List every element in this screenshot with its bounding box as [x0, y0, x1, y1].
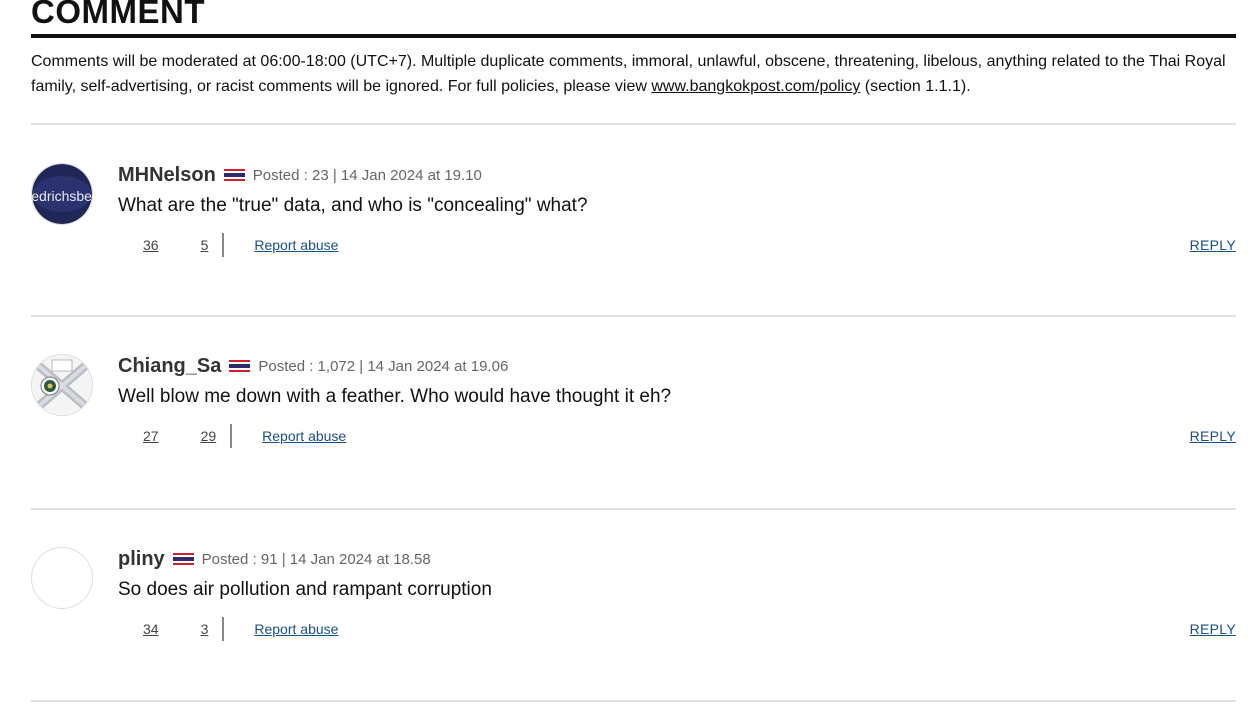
- moderation-notice: Comments will be moderated at 06:00-18:0…: [31, 49, 1231, 99]
- report-abuse-link[interactable]: Report abuse: [254, 237, 338, 253]
- comment-meta: Posted : 1,072 | 14 Jan 2024 at 19.06: [258, 357, 509, 375]
- avatar-image: [32, 355, 92, 415]
- notice-text-before: Comments will be moderated at 06:00-18:0…: [31, 53, 1226, 95]
- avatar[interactable]: [31, 354, 93, 416]
- comment-body: Well blow me down with a feather. Who wo…: [118, 386, 672, 407]
- title-rule: [31, 34, 1236, 38]
- thai-flag-icon: [229, 360, 251, 372]
- comment-meta: Posted : 91 | 14 Jan 2024 at 18.58: [201, 550, 431, 568]
- action-separator: [222, 617, 225, 641]
- divider: [31, 508, 1236, 510]
- comment-body: What are the "true" data, and who is "co…: [118, 195, 588, 216]
- divider: [31, 315, 1236, 317]
- downvote-button[interactable]: 29: [201, 428, 217, 444]
- upvote-button[interactable]: 27: [143, 428, 159, 444]
- policy-link[interactable]: www.bangkokpost.com/policy: [651, 78, 860, 95]
- action-separator: [222, 233, 225, 257]
- thai-flag-icon: [172, 553, 194, 565]
- avatar[interactable]: friedrichsberg: [31, 163, 93, 225]
- divider: [31, 123, 1236, 125]
- upvote-button[interactable]: 34: [143, 621, 159, 637]
- downvote-button[interactable]: 5: [201, 237, 209, 253]
- report-abuse-link[interactable]: Report abuse: [262, 428, 346, 444]
- comment-item: Chiang_Sa Posted : 1,072 | 14 Jan 2024 a…: [31, 354, 1236, 474]
- section-title: COMMENT: [31, 0, 205, 30]
- username[interactable]: MHNelson: [118, 164, 216, 187]
- avatar-image: friedrichsberg: [32, 164, 92, 224]
- downvote-button[interactable]: 3: [201, 621, 209, 637]
- thai-flag-icon: [223, 169, 245, 181]
- divider: [31, 700, 1236, 702]
- reply-button[interactable]: REPLY: [1190, 428, 1236, 444]
- action-separator: [230, 424, 233, 448]
- avatar[interactable]: [31, 547, 93, 609]
- reply-button[interactable]: REPLY: [1190, 237, 1236, 253]
- reply-button[interactable]: REPLY: [1190, 621, 1236, 637]
- comment-item: friedrichsberg MHNelson Posted : 23 | 14…: [31, 163, 1236, 283]
- comment-body: So does air pollution and rampant corrup…: [118, 579, 492, 600]
- upvote-button[interactable]: 36: [143, 237, 159, 253]
- avatar-text: friedrichsberg: [32, 188, 92, 204]
- comment-meta: Posted : 23 | 14 Jan 2024 at 19.10: [252, 166, 482, 184]
- comment-item: pliny Posted : 91 | 14 Jan 2024 at 18.58…: [31, 547, 1236, 667]
- report-abuse-link[interactable]: Report abuse: [254, 621, 338, 637]
- notice-text-after: (section 1.1.1).: [860, 78, 971, 95]
- username[interactable]: pliny: [118, 548, 165, 571]
- username[interactable]: Chiang_Sa: [118, 355, 221, 378]
